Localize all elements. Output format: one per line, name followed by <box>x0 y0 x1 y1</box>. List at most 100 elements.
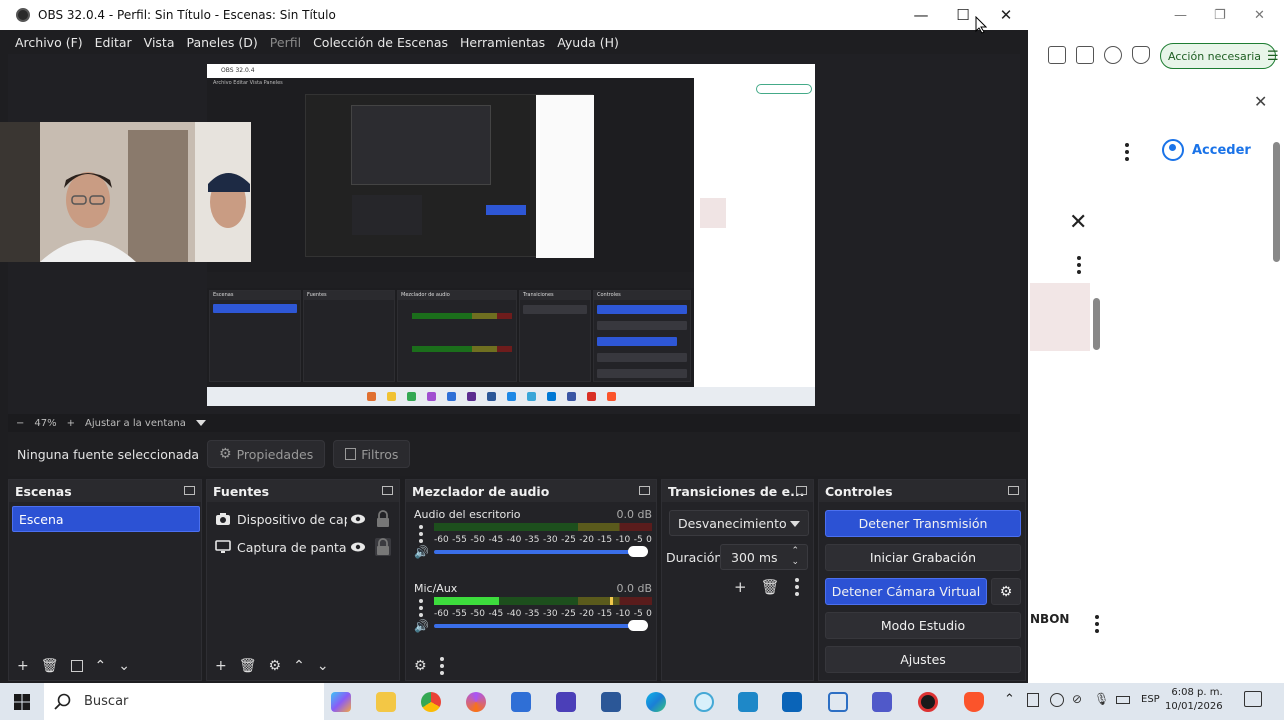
shield-icon[interactable] <box>1132 46 1150 64</box>
properties-button[interactable]: ⚙ Propiedades <box>207 440 326 468</box>
copilot-icon[interactable] <box>331 692 351 712</box>
volume-slider-knob[interactable] <box>628 546 648 557</box>
tray-app-icon[interactable] <box>1050 693 1064 707</box>
undock-icon[interactable] <box>796 486 807 495</box>
source-item-screen-capture[interactable]: Captura de pantalla <box>215 536 395 558</box>
app-window-icon[interactable] <box>828 692 848 712</box>
more-options-icon[interactable] <box>1076 256 1082 274</box>
visibility-eye-icon[interactable] <box>351 512 365 526</box>
menu-ayuda[interactable]: Ayuda (H) <box>551 35 625 50</box>
menu-paneles[interactable]: Paneles (D) <box>181 35 264 50</box>
trash-icon[interactable]: 🗑 <box>761 578 780 596</box>
zoom-out-button[interactable]: − <box>16 418 24 429</box>
wallet-icon[interactable] <box>1076 46 1094 64</box>
move-down-icon[interactable]: ⌄ <box>317 658 329 674</box>
mixer-options-icon[interactable] <box>439 657 445 675</box>
settings-button[interactable]: Ajustes <box>825 646 1021 673</box>
lock-icon[interactable] <box>375 510 391 528</box>
notifications-icon[interactable] <box>1244 691 1262 707</box>
panel-scrollbar[interactable] <box>1091 290 1103 590</box>
volume-slider[interactable]: 🔊 <box>414 545 652 559</box>
visibility-eye-icon[interactable] <box>351 540 365 554</box>
source-properties-gear-icon[interactable]: ⚙ <box>269 658 282 674</box>
teams-icon[interactable] <box>872 692 892 712</box>
channel-options-icon[interactable] <box>418 525 424 543</box>
menu-herramientas[interactable]: Herramientas <box>454 35 551 50</box>
volume-slider[interactable]: 🔊 <box>414 619 652 633</box>
menu-perfil[interactable]: Perfil <box>264 35 307 50</box>
word-icon[interactable] <box>601 692 621 712</box>
add-scene-icon[interactable]: + <box>17 658 29 674</box>
microphone-icon[interactable]: 🎙 <box>1094 692 1109 706</box>
speaker-icon[interactable]: 🔊 <box>414 619 429 633</box>
scroll-thumb[interactable] <box>1093 298 1100 350</box>
brave-icon[interactable] <box>964 692 984 712</box>
outlook-icon[interactable] <box>782 692 802 712</box>
visual-studio-icon[interactable] <box>556 692 576 712</box>
undock-icon[interactable] <box>639 486 650 495</box>
close-button[interactable]: ✕ <box>985 0 1027 30</box>
advanced-audio-gear-icon[interactable]: ⚙ <box>414 658 427 674</box>
action-required-button[interactable]: Acción necesaria ☰ <box>1160 43 1279 69</box>
studio-mode-button[interactable]: Modo Estudio <box>825 612 1021 639</box>
browser-maximize-button[interactable]: ❐ <box>1214 8 1226 23</box>
move-up-icon[interactable]: ⌃ <box>293 658 305 674</box>
menu-editar[interactable]: Editar <box>89 35 138 50</box>
undock-icon[interactable] <box>382 486 393 495</box>
browser-close-button[interactable]: ✕ <box>1254 8 1265 23</box>
firefox-icon[interactable] <box>466 692 486 712</box>
store-icon[interactable] <box>511 692 531 712</box>
obs-taskbar-icon[interactable] <box>918 692 938 712</box>
duration-spinbox[interactable]: 300 ms ⌃ ⌄ <box>720 544 808 570</box>
move-up-icon[interactable]: ⌃ <box>95 658 107 674</box>
volume-slider-knob[interactable] <box>628 620 648 631</box>
clock[interactable]: 6:08 p. m. 10/01/2026 <box>1165 686 1223 714</box>
spin-arrows-icon[interactable]: ⌃ ⌄ <box>791 546 799 568</box>
close-dialog-icon[interactable]: ✕ <box>1069 210 1087 235</box>
split-view-icon[interactable] <box>1048 46 1066 64</box>
start-recording-button[interactable]: Iniciar Grabación <box>825 544 1021 571</box>
security-icon[interactable] <box>738 692 758 712</box>
filters-button[interactable]: Filtros <box>333 440 411 468</box>
menu-coleccion-escenas[interactable]: Colección de Escenas <box>307 35 454 50</box>
transition-options-icon[interactable] <box>794 578 800 596</box>
chrome-icon[interactable] <box>421 692 441 712</box>
menu-archivo[interactable]: Archivo (F) <box>9 35 89 50</box>
virtual-camera-settings-button[interactable]: ⚙ <box>991 578 1021 605</box>
stop-streaming-button[interactable]: Detener Transmisión <box>825 510 1021 537</box>
language-indicator[interactable]: ESP <box>1141 694 1160 705</box>
scene-filters-icon[interactable] <box>70 660 83 672</box>
transition-select[interactable]: Desvanecimiento <box>669 510 809 536</box>
battery-icon[interactable] <box>1116 696 1130 704</box>
start-button[interactable] <box>0 683 44 720</box>
move-down-icon[interactable]: ⌄ <box>118 658 130 674</box>
more-options-icon[interactable] <box>1124 143 1130 161</box>
more-options-icon[interactable] <box>1094 615 1100 633</box>
zoom-in-button[interactable]: + <box>67 418 75 429</box>
ie-icon[interactable] <box>694 692 714 712</box>
source-item-capture-device[interactable]: Dispositivo de captura de video <box>215 508 395 530</box>
scene-item[interactable]: Escena <box>12 506 200 532</box>
taskbar-search[interactable]: Buscar <box>44 683 324 720</box>
channel-options-icon[interactable] <box>418 599 424 617</box>
sign-in-button[interactable]: Acceder <box>1156 134 1261 166</box>
tray-chevron-up-icon[interactable]: ⌃ <box>1004 692 1015 707</box>
lock-icon[interactable] <box>375 538 391 556</box>
add-transition-icon[interactable]: + <box>734 578 747 596</box>
trash-icon[interactable]: 🗑 <box>239 658 257 674</box>
menu-vista[interactable]: Vista <box>138 35 181 50</box>
browser-minimize-button[interactable]: — <box>1174 8 1187 23</box>
undock-icon[interactable] <box>184 486 195 495</box>
file-explorer-icon[interactable] <box>376 692 396 712</box>
scroll-thumb[interactable] <box>1273 142 1280 262</box>
page-scrollbar[interactable] <box>1270 134 1282 679</box>
preview-canvas[interactable]: OBS 32.0.4 Archivo Editar Vista Paneles … <box>207 64 815 406</box>
speaker-icon[interactable]: 🔊 <box>414 545 429 559</box>
extensions-icon[interactable] <box>1104 46 1122 64</box>
add-source-icon[interactable]: + <box>215 658 227 674</box>
edge-icon[interactable] <box>646 692 666 712</box>
close-panel-icon[interactable]: ✕ <box>1254 92 1267 111</box>
network-off-icon[interactable]: ⊘ <box>1072 692 1082 706</box>
stop-virtual-camera-button[interactable]: Detener Cámara Virtual <box>825 578 987 605</box>
tray-app-icon[interactable] <box>1027 693 1039 707</box>
